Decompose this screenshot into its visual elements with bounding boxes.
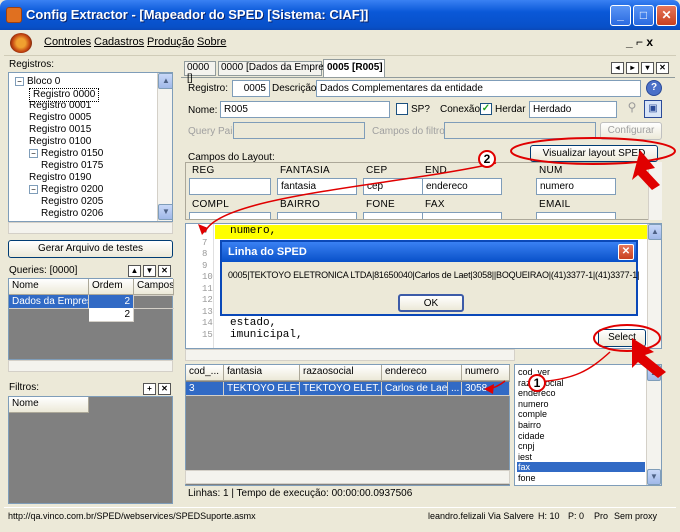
- callout-1: 1: [528, 374, 546, 392]
- arrow-head-1: [484, 384, 494, 394]
- status-pro: Pro: [594, 511, 609, 521]
- annotation-arrows: [198, 137, 676, 394]
- arrow-path-2: [204, 162, 497, 233]
- status-via: Via Salvere: [488, 511, 534, 521]
- callout-2: 2: [478, 150, 496, 168]
- status-proxy: Sem proxy: [614, 511, 658, 521]
- highlight-ellipse-visualizar: [510, 137, 676, 165]
- big-arrow-select: [632, 338, 666, 378]
- arrow-path-1: [534, 351, 611, 383]
- status-h: H: 10: [538, 511, 560, 521]
- status-p: P: 0: [568, 511, 585, 521]
- status-user: leandro.felizali: [428, 511, 486, 521]
- status-url: http://qa.vinco.com.br/SPED/webservices/…: [8, 511, 256, 521]
- big-arrow-visualizar: [632, 150, 660, 190]
- arrow-head-2: [198, 224, 208, 235]
- highlight-ellipse-select: [593, 324, 661, 352]
